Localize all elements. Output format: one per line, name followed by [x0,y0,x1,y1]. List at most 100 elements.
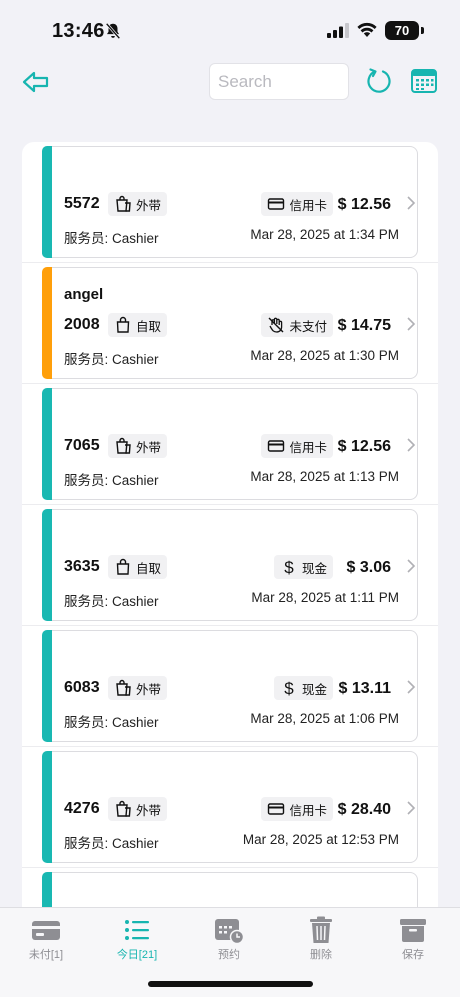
payment-badge: 未支付 [261,313,333,337]
order-type-badge: 外带 [108,434,168,458]
chevron-right-icon [407,317,416,331]
payment-badge: $ 现金 [273,676,333,700]
tab-label: 未付[1] [28,949,64,961]
order-card[interactable]: 6083 外带 $ 现金 $ 13.11 服务员: Cashier Mar 28… [52,630,418,742]
payment-label: 信用卡 [289,803,327,818]
tab-label: 预约 [218,949,240,961]
order-type-label: 外带 [136,198,162,213]
server-name: 服务员: Cashier [64,715,159,730]
chevron-right-icon [407,801,416,815]
takeout-bag-icon [116,195,131,212]
order-type-label: 外带 [136,803,162,818]
order-type-badge: 外带 [108,676,168,700]
order-type-badge: 自取 [108,555,168,579]
tab-unpaid[interactable]: 未付[1] [11,908,81,968]
list-icon [125,920,149,940]
cellular-signal-icon [327,23,349,38]
order-amount: $ 12.56 [337,438,391,455]
chevron-right-icon [407,559,416,573]
takeout-bag-icon [116,437,131,454]
customer-name: angel [64,286,104,303]
archive-icon [400,919,426,942]
order-card[interactable]: angel 2008 自取 未支付 $ 14.75 服务员: Cashier M… [52,267,418,379]
payment-label: 信用卡 [289,440,327,455]
screen: 13:46 70 Search 5572 外带 信用卡 $ 12.56 服务员:… [0,0,460,997]
takeout-bag-icon [116,679,131,696]
order-datetime: Mar 28, 2025 at 12:53 PM [242,832,399,847]
payment-badge: 信用卡 [261,797,333,821]
payment-badge: $ 现金 [273,555,333,579]
calendar-clock-icon [215,919,244,944]
order-type-label: 外带 [136,440,162,455]
takeout-bag-icon [116,800,131,817]
order-number: 3635 [64,558,100,575]
payment-label: 信用卡 [289,198,327,213]
order-row[interactable]: 6083 外带 $ 现金 $ 13.11 服务员: Cashier Mar 28… [22,626,438,747]
order-amount: $ 14.75 [337,317,391,334]
wifi-icon [357,22,377,37]
server-name: 服务员: Cashier [64,836,159,851]
svg-text:$: $ [284,679,294,697]
order-row[interactable]: 7065 外带 信用卡 $ 12.56 服务员: Cashier Mar 28,… [22,384,438,505]
trash-icon [310,916,332,943]
dollar-icon: $ [284,679,294,697]
order-card[interactable]: 7065 外带 信用卡 $ 12.56 服务员: Cashier Mar 28,… [52,388,418,500]
order-card[interactable]: 4276 外带 信用卡 $ 28.40 服务员: Cashier Mar 28,… [52,751,418,863]
order-number: 2008 [64,316,100,333]
tab-reservation[interactable]: 预约 [194,908,264,968]
server-name: 服务员: Cashier [64,231,159,246]
order-card[interactable]: 5572 外带 信用卡 $ 12.56 服务员: Cashier Mar 28,… [52,146,418,258]
no-payment-icon [268,317,284,333]
tab-delete[interactable]: 删除 [286,908,356,968]
tab-label: 今日[21] [116,949,158,961]
back-button[interactable] [20,66,52,98]
calendar-icon[interactable] [410,67,438,95]
payment-label: 未支付 [289,319,327,334]
order-datetime: Mar 28, 2025 at 1:30 PM [250,348,399,363]
order-number: 5572 [64,195,100,212]
order-amount: $ 28.40 [337,801,391,818]
order-amount: $ 13.11 [338,680,392,697]
server-name: 服务员: Cashier [64,473,159,488]
order-datetime: Mar 28, 2025 at 1:11 PM [251,590,399,605]
order-row[interactable]: 5572 外带 信用卡 $ 12.56 服务员: Cashier Mar 28,… [22,142,438,263]
battery-tip [421,27,424,34]
order-card[interactable]: 3635 自取 $ 现金 $ 3.06 服务员: Cashier Mar 28,… [52,509,418,621]
tab-label: 保存 [402,949,424,961]
chevron-right-icon [407,438,416,452]
pickup-bag-icon [116,316,130,333]
order-datetime: Mar 28, 2025 at 1:34 PM [250,227,399,242]
refresh-icon[interactable] [364,66,394,96]
order-number: 6083 [64,679,100,696]
payment-label: 现金 [301,561,327,576]
order-type-label: 外带 [136,682,162,697]
order-type-badge: 外带 [108,797,168,821]
order-row[interactable]: 3635 自取 $ 现金 $ 3.06 服务员: Cashier Mar 28,… [22,505,438,626]
tab-today[interactable]: 今日[21] [102,908,172,968]
order-number: 4276 [64,800,100,817]
home-indicator [148,981,313,987]
order-type-badge: 外带 [108,192,168,216]
search-input[interactable] [209,63,349,100]
chevron-right-icon [407,680,416,694]
svg-text:$: $ [284,558,294,576]
card-icon [32,921,60,940]
tab-save[interactable]: 保存 [378,908,448,968]
pickup-bag-icon [116,558,130,575]
status-bar: 13:46 70 [0,0,460,60]
bell-off-icon [105,22,121,40]
payment-badge: 信用卡 [261,192,333,216]
payment-label: 现金 [301,682,327,697]
order-number: 7065 [64,437,100,454]
order-amount: $ 12.56 [337,196,391,213]
status-time: 13:46 [52,20,105,42]
order-row[interactable]: 4276 外带 信用卡 $ 28.40 服务员: Cashier Mar 28,… [22,747,438,868]
payment-badge: 信用卡 [261,434,333,458]
order-type-label: 自取 [136,319,162,334]
order-row[interactable]: angel 2008 自取 未支付 $ 14.75 服务员: Cashier M… [22,263,438,384]
battery-indicator: 70 [385,21,419,40]
order-type-badge: 自取 [108,313,168,337]
credit-card-icon [268,803,285,815]
credit-card-icon [268,440,285,452]
dollar-icon: $ [284,558,294,576]
